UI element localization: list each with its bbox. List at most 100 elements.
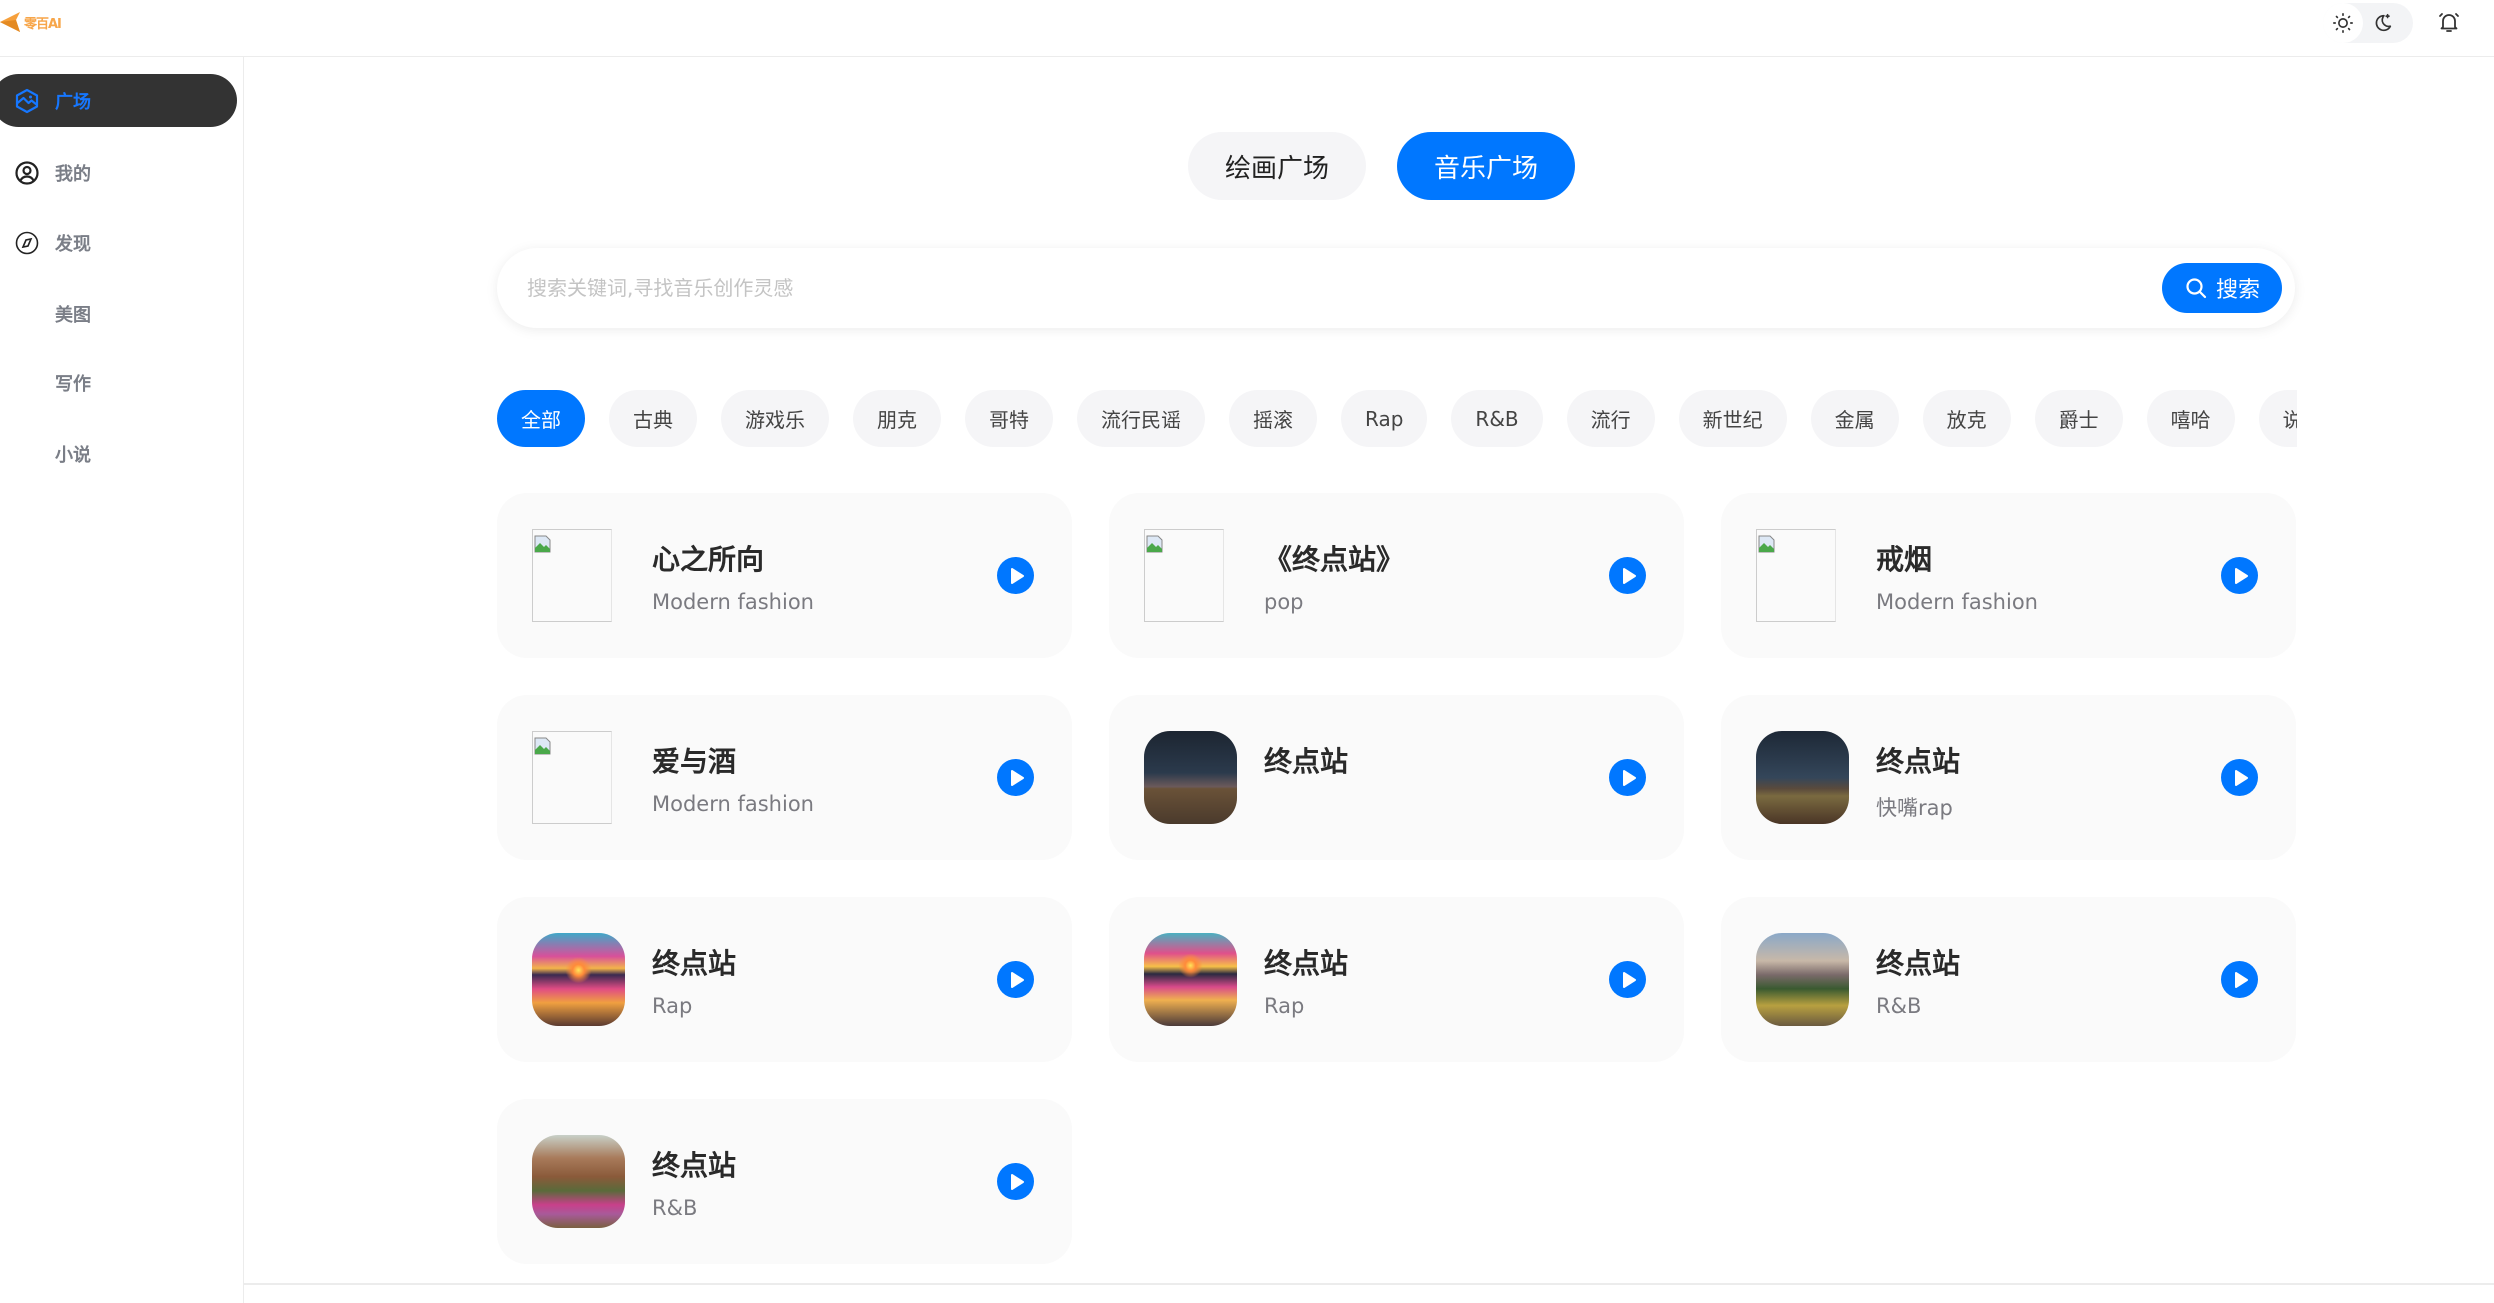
sidebar-item-discover[interactable]: 发现 [0, 216, 237, 269]
song-style: Rap [652, 994, 693, 1018]
song-card[interactable]: 终点站 [1109, 695, 1684, 860]
song-card[interactable]: 终点站 Rap [1109, 897, 1684, 1062]
song-grid: 心之所向 Modern fashion 《终点站》 pop 戒烟 Modern fashi… [497, 493, 2296, 1264]
song-cover[interactable] [532, 933, 625, 1026]
category-chip[interactable]: 摇滚 [1229, 390, 1317, 447]
search-input[interactable] [527, 276, 2107, 300]
song-cover[interactable] [532, 731, 612, 824]
search-button-label: 搜索 [2215, 278, 2260, 303]
category-chip[interactable]: 游戏乐 [721, 390, 829, 447]
category-chip[interactable]: 金属 [1810, 390, 1899, 447]
song-style: Rap [1264, 994, 1305, 1018]
sidebar-item-plaza[interactable]: 广场 [0, 74, 237, 127]
play-icon [1623, 769, 1636, 786]
category-chip[interactable]: 哥特 [965, 390, 1053, 447]
category-filter: 全部古典游戏乐朋克哥特流行民谣摇滚 Rap R&B 流行新世纪金属放克爵士嘻哈说唱 [497, 390, 2297, 448]
hexagon-image-icon [14, 88, 40, 114]
category-chip[interactable]: 朋克 [853, 390, 941, 447]
song-title: 爱与酒 [652, 745, 737, 778]
song-card[interactable]: 终点站 Rap [497, 897, 1072, 1062]
sidebar-item-mine[interactable]: 我的 [0, 146, 237, 199]
play-button[interactable] [1609, 557, 1646, 594]
song-cover[interactable] [1756, 731, 1849, 824]
tab-music-plaza[interactable]: 音乐广场 [1397, 132, 1575, 200]
song-title: 终点站 [652, 947, 737, 980]
play-icon [2235, 567, 2248, 584]
category-chip[interactable]: 嘻哈 [2146, 390, 2235, 447]
song-card[interactable]: 心之所向 Modern fashion [497, 493, 1072, 658]
song-title: 终点站 [1264, 745, 1349, 778]
play-button[interactable] [2221, 759, 2258, 796]
bell-icon [2439, 13, 2459, 32]
sidebar: 广场 我的 发现 美图 写作 小说 [0, 57, 244, 1303]
plaza-tabs: 绘画广场 音乐广场 [1188, 132, 1575, 200]
song-cover[interactable] [1144, 933, 1237, 1026]
play-icon [1011, 1173, 1024, 1190]
moon-icon [2375, 13, 2392, 32]
logo-text: 零百AI [24, 16, 62, 32]
play-button[interactable] [1609, 759, 1646, 796]
play-button[interactable] [997, 1163, 1034, 1200]
sidebar-item-writing[interactable]: 写作 [0, 356, 237, 409]
compass-icon [14, 230, 40, 256]
song-cover[interactable] [1144, 731, 1237, 824]
song-cover[interactable] [532, 529, 612, 622]
song-card[interactable]: 终点站 R&B [497, 1099, 1072, 1264]
song-card[interactable]: 终点站 R&B [1721, 897, 2296, 1062]
song-cover[interactable] [1144, 529, 1224, 622]
play-button[interactable] [997, 961, 1034, 998]
song-style: Modern fashion [652, 590, 814, 614]
play-icon [2235, 971, 2248, 988]
dark-mode-button[interactable] [2363, 3, 2403, 43]
theme-toggle[interactable] [2323, 3, 2413, 43]
category-chip[interactable]: R&B [1451, 390, 1543, 447]
play-button[interactable] [2221, 557, 2258, 594]
sidebar-item-images[interactable]: 美图 [0, 287, 237, 340]
broken-image-icon [1146, 535, 1163, 553]
song-card[interactable]: 《终点站》 pop [1109, 493, 1684, 658]
play-button[interactable] [997, 557, 1034, 594]
song-style: pop [1264, 590, 1304, 614]
song-cover[interactable] [1756, 933, 1849, 1026]
song-cover[interactable] [1756, 529, 1836, 622]
song-title: 心之所向 [652, 543, 765, 576]
top-header: 零百AI [0, 0, 2494, 57]
song-style: R&B [1876, 994, 1922, 1018]
category-chip[interactable]: 说唱 [2258, 390, 2297, 447]
tab-painting-plaza[interactable]: 绘画广场 [1188, 132, 1366, 200]
play-icon [1623, 567, 1636, 584]
logo-icon [0, 12, 20, 32]
search-button[interactable]: 搜索 [2162, 263, 2282, 313]
song-card[interactable]: 终点站 快嘴rap [1721, 695, 2296, 860]
light-mode-button[interactable] [2323, 3, 2363, 43]
category-chip[interactable]: 全部 [497, 390, 585, 447]
category-chip[interactable]: 流行 [1566, 390, 1655, 447]
song-cover[interactable] [532, 1135, 625, 1228]
logo[interactable]: 零百AI [0, 6, 62, 38]
song-title: 戒烟 [1876, 543, 1933, 576]
play-icon [1011, 567, 1024, 584]
play-button[interactable] [1609, 961, 1646, 998]
category-chip[interactable]: 爵士 [2034, 390, 2123, 447]
song-style: R&B [652, 1196, 698, 1220]
play-icon [1623, 971, 1636, 988]
broken-image-icon [1758, 535, 1775, 553]
search-bar: 搜索 [497, 248, 2295, 328]
category-chip[interactable]: 新世纪 [1678, 390, 1787, 447]
category-chip[interactable]: 古典 [609, 390, 697, 447]
category-chip[interactable]: 流行民谣 [1077, 390, 1205, 447]
bottom-divider [244, 1283, 2494, 1285]
play-button[interactable] [997, 759, 1034, 796]
notification-button[interactable] [2433, 6, 2465, 38]
song-card[interactable]: 戒烟 Modern fashion [1721, 493, 2296, 658]
song-title: 终点站 [1876, 947, 1961, 980]
broken-image-icon [534, 737, 551, 755]
broken-image-icon [534, 535, 551, 553]
play-button[interactable] [2221, 961, 2258, 998]
category-chip[interactable]: Rap [1341, 390, 1428, 447]
sidebar-item-novel[interactable]: 小说 [0, 427, 237, 480]
song-card[interactable]: 爱与酒 Modern fashion [497, 695, 1072, 860]
category-chip[interactable]: 放克 [1922, 390, 2011, 447]
song-title: 终点站 [1876, 745, 1961, 778]
song-style: Modern fashion [1876, 590, 2038, 614]
